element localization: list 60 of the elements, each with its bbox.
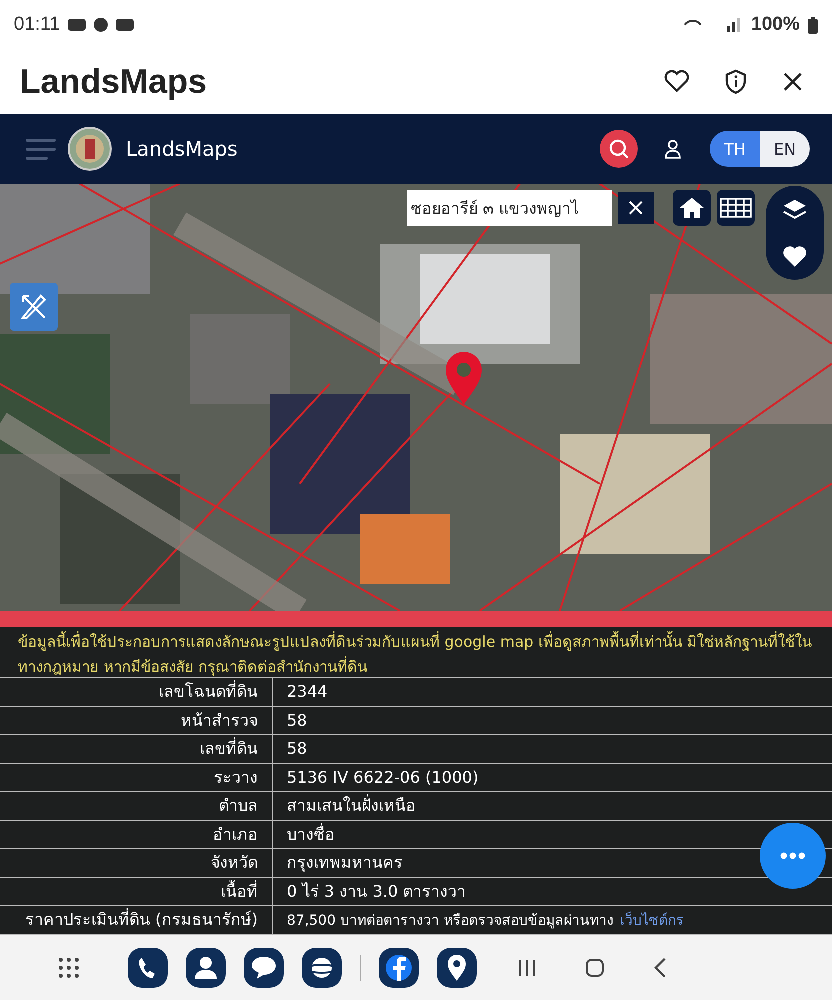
maps-app-icon[interactable]: [437, 948, 477, 988]
field-label: เลขที่ดิน: [0, 735, 273, 762]
facebook-app-icon[interactable]: [379, 948, 419, 988]
language-toggle[interactable]: TH: [710, 131, 760, 167]
video-notification-icon: [116, 17, 134, 33]
recent-apps-icon[interactable]: [517, 958, 537, 978]
clear-search-button[interactable]: [618, 192, 654, 224]
home-icon[interactable]: [585, 958, 605, 978]
site-brand[interactable]: LandsMaps: [126, 137, 238, 161]
field-label: เลขโฉนดที่ดิน: [0, 678, 273, 706]
house-icon: [679, 196, 705, 220]
menu-icon[interactable]: [26, 137, 56, 161]
field-label: เนื้อที่: [0, 878, 273, 905]
location-pin-icon: [444, 350, 484, 406]
field-value: 5136 IV 6622-06 (1000): [286, 768, 479, 787]
app-drawer-icon[interactable]: [58, 956, 80, 978]
close-icon: [628, 200, 644, 216]
user-icon[interactable]: [664, 139, 682, 159]
location-search-field[interactable]: ซอยอารีย์ ๓ แขวงพญาไ: [407, 190, 612, 226]
field-label: จังหวัด: [0, 849, 273, 876]
field-label: ราคาประเมินที่ดิน (กรมธนารักษ์): [0, 906, 273, 934]
website-link[interactable]: เว็บไซต์กร: [620, 908, 684, 931]
field-value: 2344: [286, 682, 328, 702]
field-value: สามเสนในฝั่งเหนือ: [286, 794, 416, 818]
field-value: 58: [286, 739, 308, 758]
heart-icon[interactable]: [664, 70, 690, 94]
pencil-ruler-icon: [19, 292, 49, 322]
field-value: กรุงเทพมหานคร: [286, 852, 403, 874]
close-icon[interactable]: [782, 71, 804, 93]
drawing-tool-button[interactable]: [10, 283, 58, 331]
language-toggle[interactable]: EN: [760, 131, 810, 167]
shield-info-icon[interactable]: [724, 69, 748, 95]
battery-level: 100%: [751, 14, 800, 36]
battery-icon: [808, 16, 818, 34]
back-icon[interactable]: [653, 956, 667, 978]
field-label: หน้าสำรวจ: [0, 706, 273, 734]
phone-app-icon[interactable]: [128, 948, 168, 988]
field-value: 0 ไร่ 3 งาน 3.0 ตารางวา: [286, 880, 466, 903]
search-icon: [608, 138, 630, 160]
field-value: 87,500 บาทต่อตารางวา หรือตรวจสอบข้อมูลผ่านทาง: [286, 912, 614, 931]
more-icon: [780, 852, 806, 860]
field-value: บางซื่อ: [286, 822, 335, 846]
field-label: ตำบล: [0, 792, 273, 820]
field-value: 58: [286, 710, 308, 730]
contacts-app-icon[interactable]: [186, 948, 226, 988]
messages-app-icon[interactable]: [244, 948, 284, 988]
browser-app-icon[interactable]: [302, 948, 342, 988]
disclaimer-text: ข้อมูลนี้เพื่อใช้ประกอบการแสดงลักษณะรูปแปลงที่ดินร่วมกับแผนที่ google map เพื่อดูสภาพพื้นที่เท่านั้น มิใช่หลักฐานที่ใช้ในทางกฎหมาย หากมีข้อสงสัย กรุณาติดต่อสำนักงานที่ดิน: [17, 630, 814, 677]
app-title: LandsMaps: [20, 62, 208, 102]
emblem-logo-icon: [68, 127, 112, 171]
search-button[interactable]: [600, 130, 638, 168]
field-label: ระวาง: [0, 764, 273, 791]
heart-icon[interactable]: [782, 244, 808, 268]
video-notification-icon: [68, 17, 86, 33]
field-label: อำเภอ: [0, 820, 273, 848]
grid-button[interactable]: [717, 190, 755, 226]
home-button[interactable]: [673, 190, 711, 226]
layers-icon[interactable]: [782, 198, 808, 222]
grid-icon: [720, 198, 752, 218]
clock-time: 01:11: [14, 14, 60, 36]
